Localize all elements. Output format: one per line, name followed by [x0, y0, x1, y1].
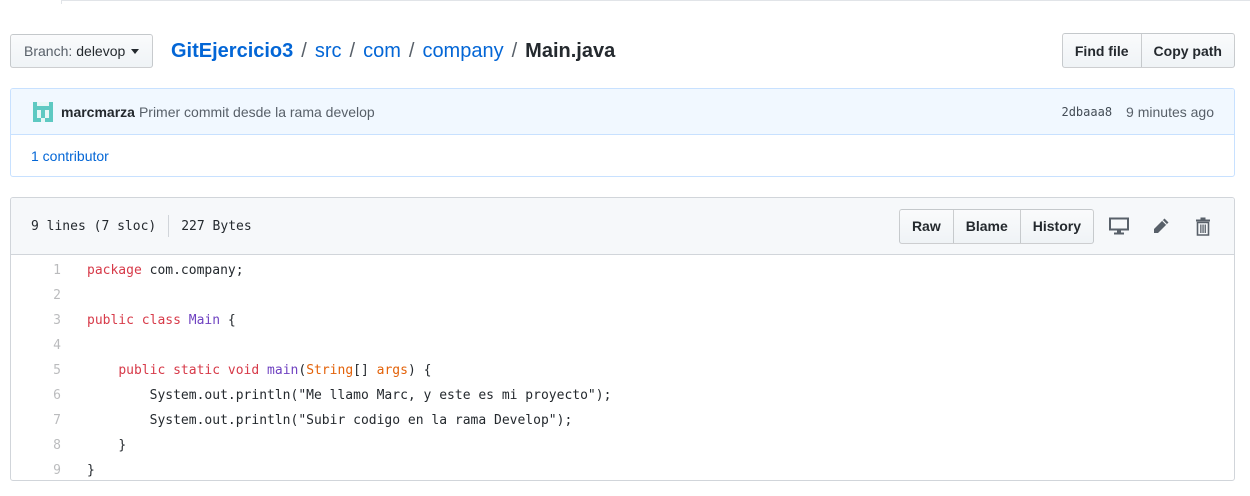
file-line-count: 9 lines (7 sloc) [31, 218, 157, 234]
file-size: 227 Bytes [181, 218, 252, 234]
path-actions: Find file Copy path [1061, 33, 1235, 68]
commit-sha-link[interactable]: 2dbaaa8 [1061, 105, 1112, 119]
line-number[interactable]: 2 [11, 288, 61, 303]
breadcrumb-company-link[interactable]: company [422, 38, 503, 64]
line-content: System.out.println("Me llamo Marc, y est… [61, 388, 612, 403]
code-line: 4 [11, 333, 1234, 358]
code-line: 3 public class Main { [11, 308, 1234, 333]
branch-name: delevop [76, 43, 126, 59]
code-line: 9 } [11, 458, 1234, 480]
text-token: ) { [407, 363, 432, 378]
text-token: System.out.println("Subir codigo en la r… [149, 413, 573, 428]
history-button[interactable]: History [1020, 208, 1094, 244]
desktop-icon [1109, 217, 1129, 235]
text-token: ( [298, 363, 307, 378]
identicon-icon [33, 101, 53, 122]
keyword-token: package [87, 263, 142, 278]
code-line: 7 System.out.println("Subir codigo en la… [11, 408, 1234, 433]
line-number[interactable]: 5 [11, 363, 61, 378]
raw-button[interactable]: Raw [898, 208, 954, 244]
type-token: String [306, 363, 354, 378]
breadcrumb-separator: / [511, 40, 518, 62]
commit-meta: 2dbaaa8 9 minutes ago [1061, 104, 1214, 120]
commit-time: 9 minutes ago [1126, 103, 1214, 120]
code-blob: 1 package com.company; 2 3 public class … [11, 255, 1234, 480]
find-file-button[interactable]: Find file [1061, 33, 1142, 68]
keyword-token: public [118, 363, 166, 378]
line-content: public class Main { [61, 313, 236, 328]
code-line: 8 } [11, 433, 1234, 458]
breadcrumb-src-link[interactable]: src [315, 38, 342, 64]
delete-file-button[interactable] [1182, 209, 1224, 244]
line-number[interactable]: 1 [11, 263, 61, 278]
file-info: 9 lines (7 sloc) 227 Bytes [31, 215, 252, 237]
trash-icon [1196, 217, 1210, 236]
breadcrumb-com-link[interactable]: com [363, 38, 401, 64]
top-tab-rule [0, 0, 1250, 4]
code-line: 1 package com.company; [11, 258, 1234, 283]
line-number[interactable]: 3 [11, 313, 61, 328]
pencil-icon [1154, 218, 1169, 233]
code-line: 6 System.out.println("Me llamo Marc, y e… [11, 383, 1234, 408]
branch-select-button[interactable]: Branch: delevop [10, 34, 154, 68]
open-desktop-button[interactable] [1098, 209, 1140, 244]
line-number[interactable]: 8 [11, 438, 61, 453]
file-header: 9 lines (7 sloc) 227 Bytes Raw Blame His… [11, 198, 1234, 255]
latest-commit-box: marcmarza Primer commit desde la rama de… [10, 88, 1235, 177]
caret-down-icon [131, 48, 140, 54]
line-content: package com.company; [61, 263, 244, 278]
text-token: com.company; [141, 263, 244, 278]
keyword-token: class [141, 313, 181, 328]
text-token: System.out.println("Me llamo Marc, y est… [149, 388, 612, 403]
contributors-link[interactable]: 1 contributor [31, 148, 109, 164]
line-number[interactable]: 7 [11, 413, 61, 428]
edit-file-button[interactable] [1140, 209, 1182, 244]
file-view: 9 lines (7 sloc) 227 Bytes Raw Blame His… [10, 197, 1235, 481]
breadcrumb-repo-link[interactable]: GitEjercicio3 [171, 38, 293, 64]
file-view-buttons: Raw Blame History [898, 208, 1094, 244]
commit-message-link[interactable]: Primer commit desde la rama develop [139, 104, 375, 120]
file-info-divider [168, 215, 170, 237]
line-content: System.out.println("Subir codigo en la r… [61, 413, 573, 428]
function-name-token: main [267, 363, 299, 378]
breadcrumb-separator: / [349, 40, 356, 62]
keyword-token: static [173, 363, 221, 378]
code-line: 2 [11, 283, 1234, 308]
text-token: [] [353, 363, 377, 378]
text-token: } [118, 438, 127, 453]
blame-button[interactable]: Blame [953, 208, 1021, 244]
contributors-row: 1 contributor [11, 135, 1234, 176]
keyword-token: void [227, 363, 260, 378]
breadcrumb-separator: / [301, 40, 307, 62]
commit-summary: marcmarza Primer commit desde la rama de… [11, 89, 1234, 135]
class-name-token: Main [188, 313, 221, 328]
file-actions: Raw Blame History [898, 208, 1224, 244]
breadcrumb: GitEjercicio3 / src / com / company / Ma… [171, 38, 615, 64]
avatar[interactable] [33, 101, 53, 122]
code-line: 5 public static void main(String[] args)… [11, 358, 1234, 383]
line-content: public static void main(String[] args) { [61, 363, 431, 378]
line-content: } [61, 463, 95, 478]
text-token: } [87, 463, 95, 478]
line-number[interactable]: 9 [11, 463, 61, 478]
breadcrumb-separator: / [408, 40, 415, 62]
tab-edge [0, 0, 62, 4]
commit-author-link[interactable]: marcmarza [61, 104, 135, 120]
line-content: } [61, 438, 126, 453]
line-number[interactable]: 6 [11, 388, 61, 403]
parameter-token: args [376, 363, 408, 378]
text-token: { [220, 313, 236, 328]
keyword-token: public [87, 313, 134, 328]
branch-prefix: Branch: [24, 43, 73, 59]
breadcrumb-file-name: Main.java [525, 40, 616, 62]
copy-path-button[interactable]: Copy path [1141, 33, 1235, 68]
line-number[interactable]: 4 [11, 338, 61, 353]
